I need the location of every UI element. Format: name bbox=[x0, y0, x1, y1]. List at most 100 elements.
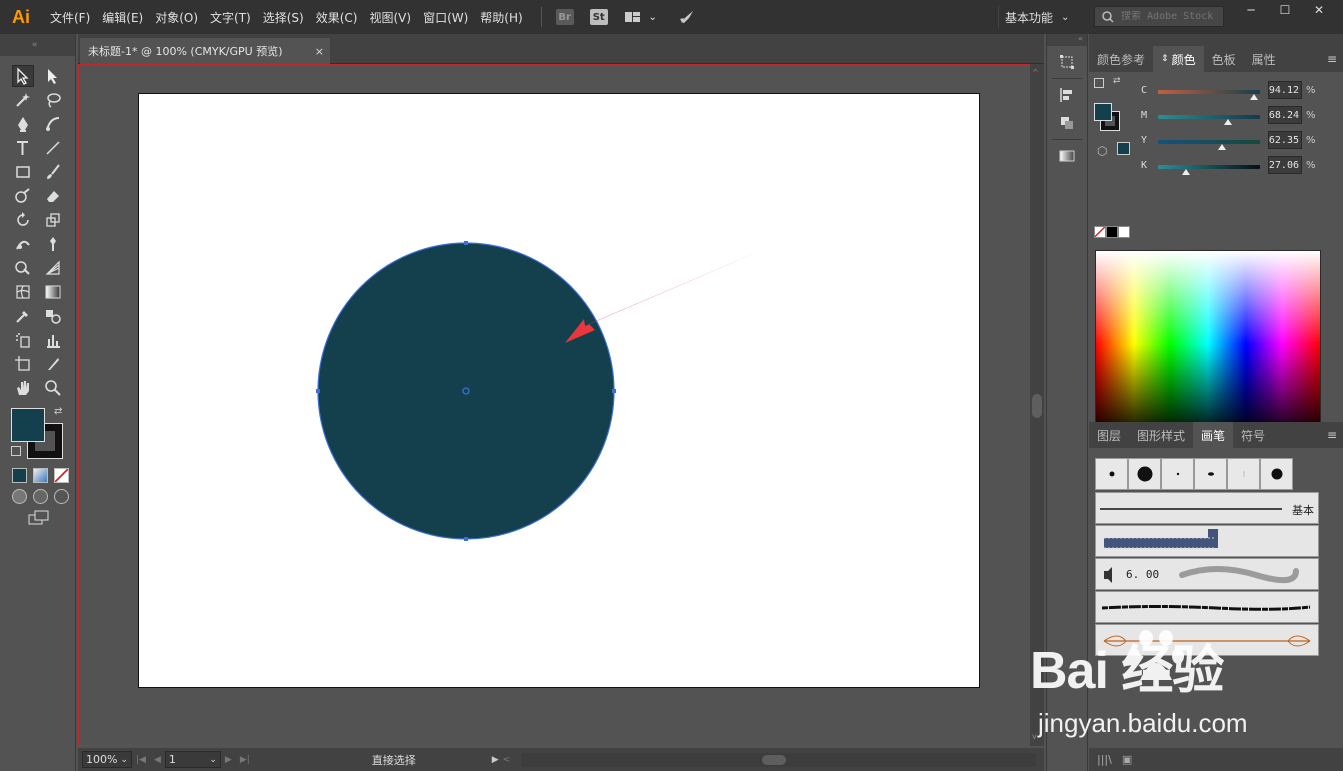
anchor-point-right[interactable] bbox=[612, 389, 616, 393]
menu-object[interactable]: 对象(O) bbox=[155, 9, 198, 26]
tab-layers[interactable]: 图层 bbox=[1089, 422, 1129, 448]
shape-builder-icon[interactable] bbox=[12, 257, 34, 279]
gradient-mode-button[interactable] bbox=[33, 468, 48, 483]
brush-dot-faint[interactable] bbox=[1227, 458, 1260, 490]
rocket-icon[interactable] bbox=[678, 9, 696, 25]
gamut-swatch[interactable] bbox=[1117, 142, 1130, 155]
bridge-button[interactable]: Br bbox=[555, 9, 574, 25]
draw-normal-icon[interactable] bbox=[12, 489, 27, 504]
artboard[interactable] bbox=[138, 93, 980, 688]
tab-properties[interactable]: 属性 bbox=[1244, 46, 1284, 72]
pathfinder-panel-icon[interactable] bbox=[1054, 111, 1080, 135]
mesh-tool-icon[interactable] bbox=[12, 281, 34, 303]
panel-menu-icon[interactable]: ≡ bbox=[1327, 52, 1337, 66]
tab-symbols[interactable]: 符号 bbox=[1233, 422, 1273, 448]
scale-tool-icon[interactable] bbox=[42, 209, 64, 231]
scroll-up-icon[interactable]: ^ bbox=[1032, 68, 1039, 77]
curvature-tool-icon[interactable] bbox=[42, 113, 64, 135]
workspace-switcher[interactable]: 基本功能 ⌄ bbox=[998, 6, 1075, 28]
brush-dot-medium[interactable] bbox=[1260, 458, 1293, 490]
vertical-scroll-thumb[interactable] bbox=[1032, 394, 1042, 418]
default-fill-stroke-icon[interactable] bbox=[11, 446, 21, 456]
graph-tool-icon[interactable] bbox=[42, 329, 64, 351]
gradient-tool-icon[interactable] bbox=[42, 281, 64, 303]
last-artboard-icon[interactable]: ▶| bbox=[240, 755, 250, 765]
dock-grip[interactable]: « bbox=[1047, 34, 1087, 46]
line-tool-icon[interactable] bbox=[42, 137, 64, 159]
menu-effect[interactable]: 效果(C) bbox=[316, 9, 358, 26]
selected-circle[interactable] bbox=[317, 242, 615, 540]
panel-menu-icon[interactable]: ≡ bbox=[1327, 428, 1337, 442]
close-tab-icon[interactable]: × bbox=[315, 45, 324, 58]
panel-grip[interactable] bbox=[1089, 34, 1343, 46]
zoom-tool-icon[interactable] bbox=[42, 377, 64, 399]
menu-window[interactable]: 窗口(W) bbox=[423, 9, 468, 26]
shaper-tool-icon[interactable] bbox=[12, 185, 34, 207]
rectangle-tool-icon[interactable] bbox=[12, 161, 34, 183]
fill-swatch[interactable] bbox=[11, 408, 45, 442]
eyedropper-icon[interactable] bbox=[12, 305, 34, 327]
color-mode-button[interactable] bbox=[12, 468, 27, 483]
chevron-down-icon[interactable]: ⌄ bbox=[644, 9, 662, 25]
menu-help[interactable]: 帮助(H) bbox=[480, 9, 522, 26]
slider-thumb[interactable] bbox=[1223, 119, 1232, 125]
brush-library-menu-icon[interactable]: ▣ bbox=[1122, 753, 1132, 766]
canvas[interactable] bbox=[78, 64, 1030, 746]
horizontal-scroll-thumb[interactable] bbox=[762, 754, 787, 765]
artboard-number-select[interactable]: 1 ⌄ bbox=[164, 751, 221, 768]
panel-grip[interactable]: « bbox=[0, 34, 75, 56]
symbol-sprayer-icon[interactable] bbox=[12, 329, 34, 351]
search-input[interactable] bbox=[1121, 11, 1221, 22]
arrange-documents-icon[interactable] bbox=[624, 9, 642, 25]
hand-tool-icon[interactable] bbox=[12, 377, 34, 399]
color-spectrum[interactable] bbox=[1095, 250, 1321, 438]
menu-view[interactable]: 视图(V) bbox=[369, 9, 411, 26]
slider-track[interactable] bbox=[1158, 90, 1260, 94]
horizontal-scrollbar[interactable] bbox=[522, 752, 1036, 767]
gradient-panel-icon[interactable] bbox=[1054, 144, 1080, 168]
minimize-button[interactable]: ─ bbox=[1234, 0, 1268, 20]
puppet-warp-icon[interactable] bbox=[42, 233, 64, 255]
stock-search[interactable] bbox=[1094, 6, 1224, 27]
menu-file[interactable]: 文件(F) bbox=[50, 9, 90, 26]
tab-graphic-styles[interactable]: 图形样式 bbox=[1129, 422, 1193, 448]
brush-charcoal[interactable] bbox=[1095, 591, 1319, 623]
menu-select[interactable]: 选择(S) bbox=[263, 9, 304, 26]
none-mode-button[interactable] bbox=[54, 468, 69, 483]
slice-tool-icon[interactable] bbox=[42, 353, 64, 375]
screen-mode-icon[interactable] bbox=[28, 510, 50, 529]
selection-tool-icon[interactable] bbox=[11, 65, 34, 87]
black-swatch[interactable] bbox=[1106, 226, 1118, 238]
swap-fill-stroke-icon[interactable]: ⇄ bbox=[54, 406, 62, 417]
pen-tool-icon[interactable] bbox=[12, 113, 34, 135]
slider-thumb[interactable] bbox=[1181, 169, 1190, 175]
type-tool-icon[interactable] bbox=[12, 137, 34, 159]
slider-track[interactable] bbox=[1158, 140, 1260, 144]
slider-value-field[interactable]: 62.35 bbox=[1268, 131, 1302, 149]
draw-inside-icon[interactable] bbox=[54, 489, 69, 504]
panel-fill-swatch[interactable] bbox=[1094, 103, 1112, 121]
perspective-grid-icon[interactable] bbox=[42, 257, 64, 279]
maximize-button[interactable]: ☐ bbox=[1268, 0, 1302, 20]
brush-libraries-icon[interactable]: |||\ bbox=[1097, 753, 1112, 766]
align-panel-icon[interactable] bbox=[1054, 83, 1080, 107]
slider-thumb[interactable] bbox=[1217, 144, 1226, 150]
slider-value-field[interactable]: 27.06 bbox=[1268, 156, 1302, 174]
swap-colors-icon[interactable]: ⇄ bbox=[1113, 76, 1121, 86]
brush-bristle[interactable]: 6. 00 bbox=[1095, 558, 1319, 590]
none-swatch[interactable] bbox=[1094, 226, 1106, 238]
tab-color[interactable]: ⇕ 颜色 bbox=[1153, 46, 1204, 72]
direct-selection-tool-icon[interactable] bbox=[42, 65, 64, 87]
anchor-point-bottom[interactable] bbox=[464, 537, 468, 541]
menu-type[interactable]: 文字(T) bbox=[210, 9, 251, 26]
zoom-select[interactable]: 100% ⌄ bbox=[82, 751, 132, 768]
tab-color-guide[interactable]: 颜色参考 bbox=[1089, 46, 1153, 72]
slider-value-field[interactable]: 68.24 bbox=[1268, 106, 1302, 124]
transform-panel-icon[interactable] bbox=[1054, 50, 1080, 74]
first-artboard-icon[interactable]: |◀ bbox=[136, 755, 146, 765]
warp-tool-icon[interactable] bbox=[12, 233, 34, 255]
lasso-icon[interactable] bbox=[42, 89, 64, 111]
scroll-left-icon[interactable]: < bbox=[503, 755, 511, 765]
brush-dot-large[interactable] bbox=[1128, 458, 1161, 490]
anchor-point-left[interactable] bbox=[316, 389, 320, 393]
